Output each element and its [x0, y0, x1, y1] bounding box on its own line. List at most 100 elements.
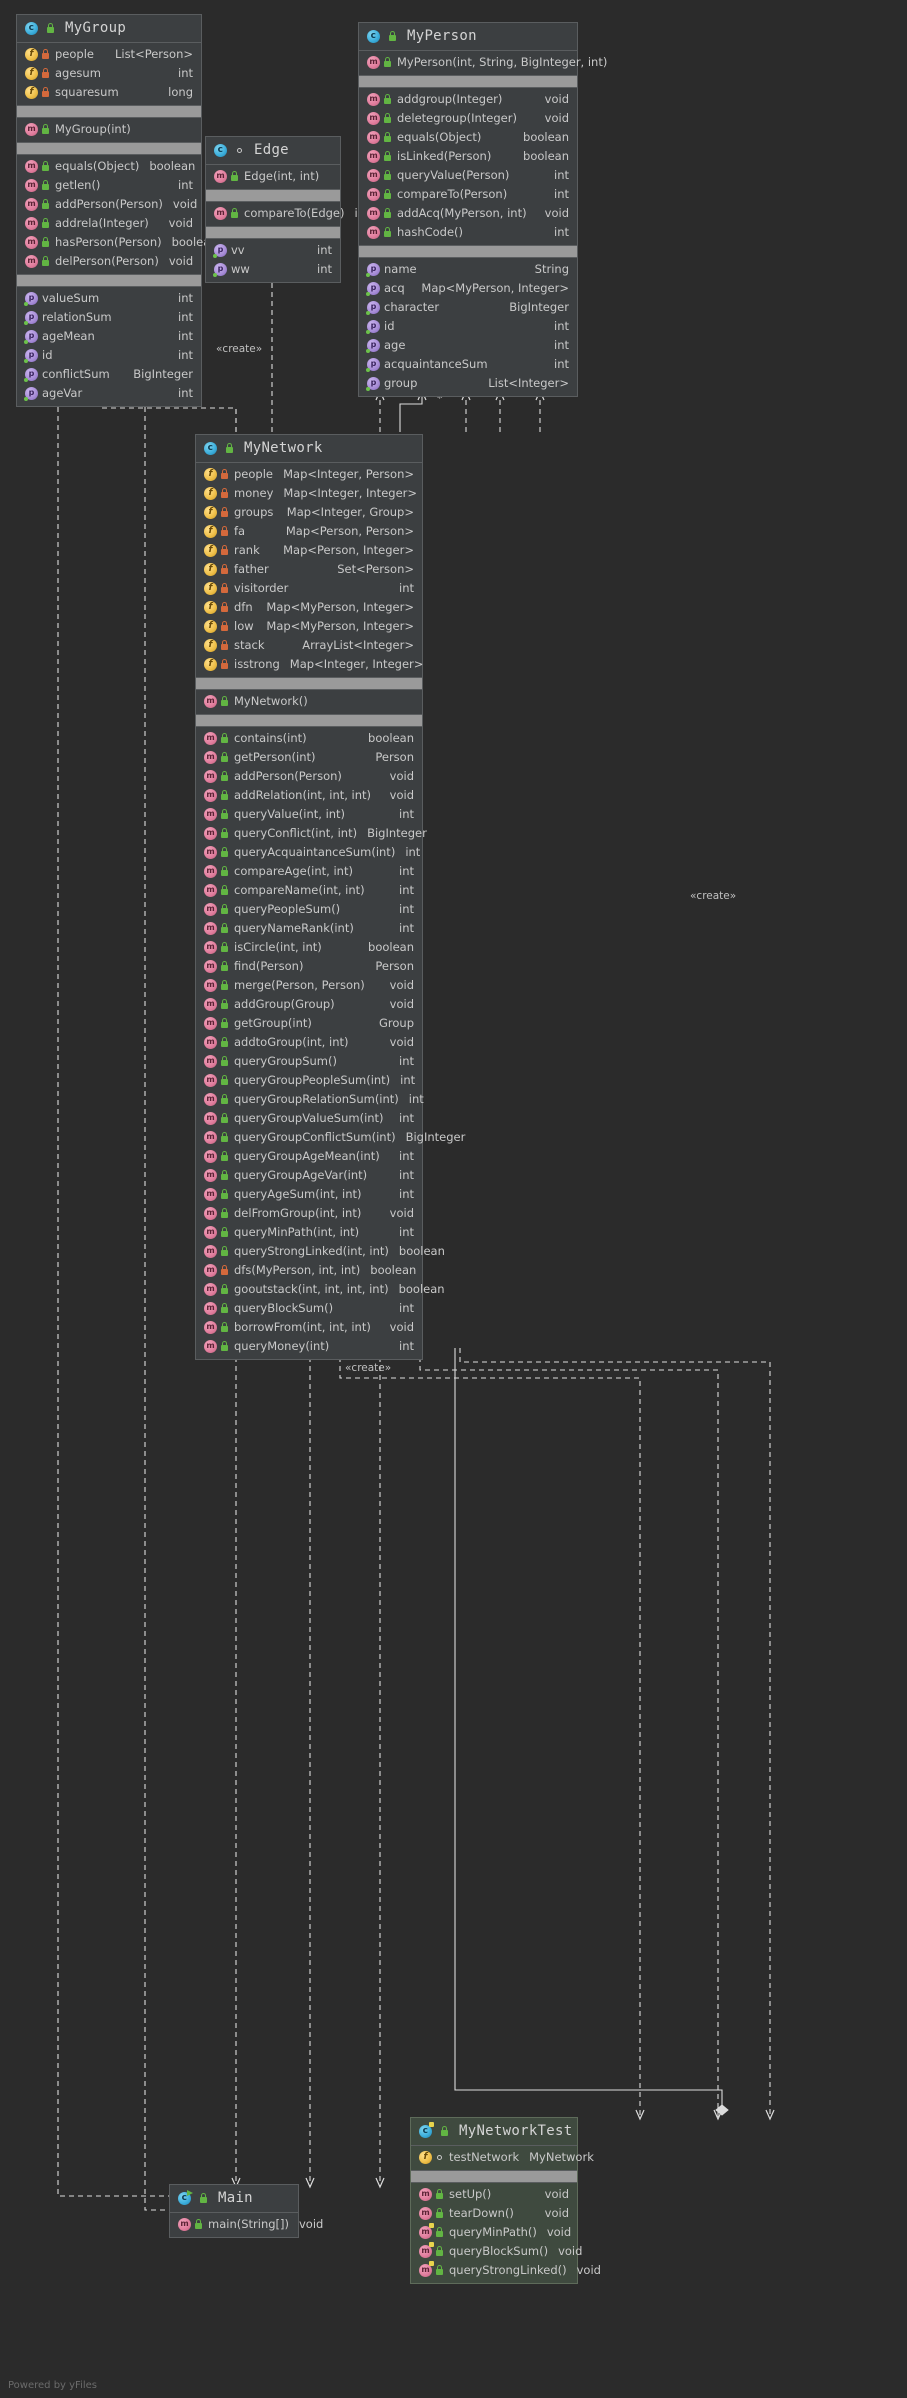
class-box-mynetworktest[interactable]: MyNetworkTest testNetwork MyNetwork setU…	[410, 2117, 601, 2284]
field-row[interactable]: squaresum long	[17, 83, 201, 102]
field-row[interactable]: agesum int	[17, 64, 201, 83]
method-row[interactable]: queryAcquaintanceSum(int) int	[196, 843, 422, 862]
method-row[interactable]: addAcq(MyPerson, int) void	[359, 204, 577, 223]
field-row[interactable]: groups Map<Integer, Group>	[196, 503, 422, 522]
property-row[interactable]: acq Map<MyPerson, Integer>	[359, 279, 577, 298]
method-row[interactable]: queryStrongLinked() void	[411, 2261, 601, 2280]
method-row[interactable]: queryStrongLinked(int, int) boolean	[196, 1242, 445, 1261]
method-row[interactable]: getlen() int	[17, 176, 201, 195]
method-row[interactable]: compareAge(int, int) int	[196, 862, 422, 881]
method-row[interactable]: queryGroupSum() int	[196, 1052, 422, 1071]
method-row[interactable]: queryAgeSum(int, int) int	[196, 1185, 422, 1204]
property-row[interactable]: acquaintanceSum int	[359, 355, 577, 374]
member-name: setUp()	[449, 2187, 492, 2201]
method-row[interactable]: equals(Object) boolean	[17, 157, 201, 176]
method-row[interactable]: addPerson(Person) void	[17, 195, 201, 214]
field-row[interactable]: testNetwork MyNetwork	[411, 2148, 594, 2167]
method-row[interactable]: borrowFrom(int, int, int) void	[196, 1318, 422, 1337]
property-row[interactable]: ageMean int	[17, 327, 201, 346]
method-row[interactable]: delFromGroup(int, int) void	[196, 1204, 422, 1223]
method-row[interactable]: isLinked(Person) boolean	[359, 147, 577, 166]
method-row[interactable]: queryValue(Person) int	[359, 166, 577, 185]
field-row[interactable]: low Map<MyPerson, Integer>	[196, 617, 422, 636]
method-row[interactable]: addgroup(Integer) void	[359, 90, 577, 109]
property-row[interactable]: id int	[17, 346, 201, 365]
property-row[interactable]: age int	[359, 336, 577, 355]
method-row[interactable]: addGroup(Group) void	[196, 995, 422, 1014]
property-row[interactable]: id int	[359, 317, 577, 336]
method-row[interactable]: equals(Object) boolean	[359, 128, 577, 147]
field-row[interactable]: dfn Map<MyPerson, Integer>	[196, 598, 422, 617]
property-row[interactable]: group List<Integer>	[359, 374, 577, 393]
method-row[interactable]: queryGroupAgeVar(int) int	[196, 1166, 422, 1185]
method-row[interactable]: queryGroupRelationSum(int) int	[196, 1090, 424, 1109]
property-row[interactable]: ww int	[206, 260, 340, 279]
class-box-edge[interactable]: Edge Edge(int, int) compareTo(Edge) int	[205, 136, 369, 283]
method-row[interactable]: main(String[]) void	[170, 2215, 323, 2234]
class-box-mygroup[interactable]: MyGroup people List<Person> agesum int s…	[16, 14, 218, 407]
method-row[interactable]: hashCode() int	[359, 223, 577, 242]
field-row[interactable]: father Set<Person>	[196, 560, 422, 579]
method-row[interactable]: queryMinPath(int, int) int	[196, 1223, 422, 1242]
method-row[interactable]: compareName(int, int) int	[196, 881, 422, 900]
method-row[interactable]: compareTo(Person) int	[359, 185, 577, 204]
method-row[interactable]: find(Person) Person	[196, 957, 422, 976]
method-row[interactable]: queryNameRank(int) int	[196, 919, 422, 938]
method-row[interactable]: queryBlockSum() void	[411, 2242, 582, 2261]
method-row[interactable]: delPerson(Person) void	[17, 252, 201, 271]
field-row[interactable]: fa Map<Person, Person>	[196, 522, 422, 541]
property-row[interactable]: vv int	[206, 241, 340, 260]
class-box-mynetwork[interactable]: MyNetwork people Map<Integer, Person> mone…	[195, 434, 465, 1360]
method-row[interactable]: queryGroupPeopleSum(int) int	[196, 1071, 422, 1090]
method-row[interactable]: addrela(Integer) void	[17, 214, 201, 233]
property-row[interactable]: character BigInteger	[359, 298, 577, 317]
method-row[interactable]: queryMoney(int) int	[196, 1337, 422, 1356]
property-row[interactable]: name String	[359, 260, 577, 279]
method-row[interactable]: gooutstack(int, int, int, int) boolean	[196, 1280, 445, 1299]
method-row[interactable]: isCircle(int, int) boolean	[196, 938, 422, 957]
method-row[interactable]: deletegroup(Integer) void	[359, 109, 577, 128]
property-row[interactable]: conflictSum BigInteger	[17, 365, 201, 384]
field-row[interactable]: rank Map<Person, Integer>	[196, 541, 422, 560]
property-row[interactable]: relationSum int	[17, 308, 201, 327]
method-row[interactable]: setUp() void	[411, 2185, 577, 2204]
property-row[interactable]: valueSum int	[17, 289, 201, 308]
method-row[interactable]: tearDown() void	[411, 2204, 577, 2223]
method-row[interactable]: addPerson(Person) void	[196, 767, 422, 786]
field-row[interactable]: stack ArrayList<Integer>	[196, 636, 422, 655]
method-row[interactable]: queryValue(int, int) int	[196, 805, 422, 824]
member-name: isCircle(int, int)	[234, 940, 322, 954]
method-row[interactable]: addRelation(int, int, int) void	[196, 786, 422, 805]
method-row[interactable]: queryMinPath() void	[411, 2223, 577, 2242]
edge-methods: compareTo(Edge) int	[206, 202, 369, 227]
member-name: rank	[234, 543, 260, 557]
field-row[interactable]: visitorder int	[196, 579, 422, 598]
method-row[interactable]: queryGroupValueSum(int) int	[196, 1109, 422, 1128]
constructor-row[interactable]: Edge(int, int)	[206, 167, 340, 186]
field-row[interactable]: money Map<Integer, Integer>	[196, 484, 422, 503]
method-row[interactable]: addtoGroup(int, int) void	[196, 1033, 422, 1052]
method-row[interactable]: queryPeopleSum() int	[196, 900, 422, 919]
method-row[interactable]: dfs(MyPerson, int, int) boolean	[196, 1261, 422, 1280]
class-box-main[interactable]: Main main(String[]) void	[169, 2184, 323, 2238]
class-box-myperson[interactable]: MyPerson MyPerson(int, String, BigIntege…	[358, 22, 607, 397]
method-row[interactable]: hasPerson(Person) boolean	[17, 233, 218, 252]
field-row[interactable]: people List<Person>	[17, 45, 201, 64]
method-row[interactable]: getPerson(int) Person	[196, 748, 422, 767]
method-row[interactable]: queryGroupConflictSum(int) BigInteger	[196, 1128, 465, 1147]
class-name: MyNetworkTest	[459, 2123, 573, 2139]
method-row[interactable]: queryBlockSum() int	[196, 1299, 422, 1318]
method-row[interactable]: queryGroupAgeMean(int) int	[196, 1147, 422, 1166]
constructor-row[interactable]: MyNetwork()	[196, 692, 422, 711]
field-row[interactable]: isstrong Map<Integer, Integer>	[196, 655, 423, 674]
member-type: int	[399, 1339, 414, 1353]
method-row[interactable]: compareTo(Edge) int	[206, 204, 369, 223]
method-row[interactable]: merge(Person, Person) void	[196, 976, 422, 995]
method-row[interactable]: contains(int) boolean	[196, 729, 422, 748]
constructor-row[interactable]: MyGroup(int)	[17, 120, 201, 139]
field-row[interactable]: people Map<Integer, Person>	[196, 465, 422, 484]
constructor-row[interactable]: MyPerson(int, String, BigInteger, int)	[359, 53, 607, 72]
property-row[interactable]: ageVar int	[17, 384, 201, 403]
method-row[interactable]: getGroup(int) Group	[196, 1014, 422, 1033]
method-row[interactable]: queryConflict(int, int) BigInteger	[196, 824, 427, 843]
